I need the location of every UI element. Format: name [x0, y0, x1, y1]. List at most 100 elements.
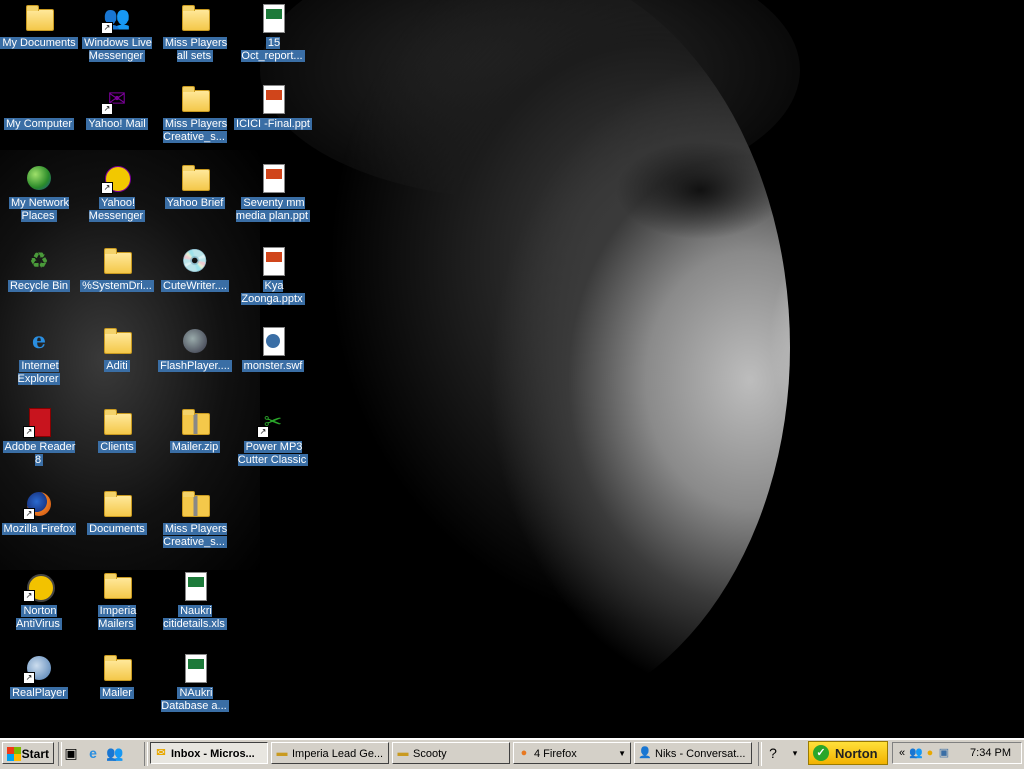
icon-label: CuteWriter....	[161, 280, 229, 292]
folder-icon	[182, 86, 210, 112]
icon-label: %SystemDri...	[80, 280, 154, 292]
taskbar-button-label: Scooty	[413, 748, 447, 760]
icon-label: Internet Explorer	[17, 360, 61, 385]
messenger-tray-icon[interactable]: 👥	[909, 746, 923, 760]
taskbar-button-label: Niks - Conversat...	[655, 748, 746, 760]
taskbar-button-label: 4 Firefox	[534, 748, 577, 760]
desktop-icon-imperia-mailers[interactable]: Imperia Mailers	[78, 570, 156, 631]
icon-label: Kya Zoonga.pptx	[241, 280, 305, 305]
desktop-icon-miss-players-creative-1[interactable]: Miss Players Creative_s...	[156, 83, 234, 144]
desktop-icon-15-oct-report[interactable]: 15 Oct_report...	[234, 2, 312, 63]
clock[interactable]: 7:34 PM	[970, 743, 1011, 763]
icon-label: Mozilla Firefox	[1, 523, 77, 535]
folder-icon	[104, 655, 132, 681]
desktop-icon-documents[interactable]: Documents	[78, 488, 156, 536]
folder-icon	[104, 248, 132, 274]
shortcut-arrow-icon: ↗	[101, 22, 113, 34]
taskbar-button-label: Imperia Lead Ge...	[292, 748, 384, 760]
desktop-icon-kya-zoonga[interactable]: Kya Zoonga.pptx	[234, 245, 312, 306]
icon-label: Mailer.zip	[169, 441, 221, 453]
chevron-down-icon: ▼	[618, 749, 626, 758]
folder-icon	[104, 409, 132, 435]
desktop-icon-miss-players-all-sets[interactable]: Miss Players all sets	[156, 2, 234, 63]
icon-label: Seventy mm media plan.ppt	[235, 197, 311, 222]
icon-label: Mailer	[100, 687, 134, 699]
computer-icon: 🖥	[25, 86, 53, 111]
icon-label: monster.swf	[241, 360, 305, 372]
desktop-icon-miss-players-creative-2[interactable]: Miss Players Creative_s...	[156, 488, 234, 549]
norton-tray-icon[interactable]: ●	[923, 746, 937, 760]
messenger-quicklaunch-icon[interactable]: 👥	[106, 744, 124, 762]
taskbar-button-niks-conversation[interactable]: 👤 Niks - Conversat...	[634, 742, 752, 764]
start-label: Start	[21, 747, 49, 761]
desktop-icon-recycle-bin[interactable]: ♻ Recycle Bin	[0, 245, 78, 293]
desktop-icon-flashplayer[interactable]: FlashPlayer....	[156, 325, 234, 373]
internet-explorer-quicklaunch-icon[interactable]: e	[84, 744, 102, 762]
start-button[interactable]: Start	[2, 742, 54, 764]
desktop-icon-norton-antivirus[interactable]: ↗ Norton AntiVirus	[0, 570, 78, 631]
desktop-icon-my-computer[interactable]: 🖥 My Computer	[0, 83, 78, 131]
folder-icon	[104, 573, 132, 599]
shortcut-arrow-icon: ↗	[23, 672, 35, 684]
desktop-icon-mailer-zip[interactable]: Mailer.zip	[156, 406, 234, 454]
powerpoint-file-icon	[263, 164, 285, 193]
desktop-icon-realplayer[interactable]: ↗ RealPlayer	[0, 652, 78, 700]
desktop-icon-yahoo-mail[interactable]: ✉ ↗ Yahoo! Mail	[78, 83, 156, 131]
my-documents-icon	[26, 5, 54, 31]
taskbar-button-imperia-lead[interactable]: ▬ Imperia Lead Ge...	[271, 742, 389, 764]
icon-label: FlashPlayer....	[158, 360, 232, 372]
desktop-icon-naukri-citidetails[interactable]: Naukri citidetails.xls	[156, 570, 234, 631]
powerpoint-file-icon	[263, 247, 285, 276]
icon-label: Norton AntiVirus	[16, 605, 62, 630]
taskbar-button-inbox[interactable]: ✉ Inbox - Micros...	[150, 742, 268, 764]
icon-label: Documents	[87, 523, 147, 535]
desktop-icon-power-mp3-cutter[interactable]: ✂ ↗ Power MP3 Cutter Classic	[234, 406, 312, 467]
desktop-icon-yahoo-brief[interactable]: Yahoo Brief	[156, 162, 234, 210]
desktop-icon-monster-swf[interactable]: monster.swf	[234, 325, 312, 373]
icon-label: Windows Live Messenger	[82, 37, 152, 62]
windows-logo-icon	[7, 747, 21, 761]
taskbar-button-scooty[interactable]: ▬ Scooty	[392, 742, 510, 764]
folder-icon: ▬	[397, 747, 409, 759]
messenger-icon: 👤	[638, 747, 652, 759]
desktop-icon-adobe-reader[interactable]: ↗ Adobe Reader 8	[0, 406, 78, 467]
folder-icon	[182, 5, 210, 31]
icon-label: 15 Oct_report...	[241, 37, 305, 62]
folder-icon: ▬	[276, 747, 288, 759]
icon-label: ICICI -Final.ppt	[234, 118, 312, 130]
icon-label: Aditi	[104, 360, 130, 372]
taskbar-button-firefox-group[interactable]: ● 4 Firefox ▼	[513, 742, 631, 764]
help-icon[interactable]: ?	[764, 744, 782, 762]
icon-label: Clients	[98, 441, 136, 453]
desktop-icon-my-network-places[interactable]: My Network Places	[0, 162, 78, 223]
show-desktop-icon[interactable]: ▣	[62, 744, 80, 762]
swf-file-icon	[263, 327, 285, 356]
norton-toolbar-button[interactable]: ✓ Norton	[808, 741, 888, 765]
icon-label: RealPlayer	[10, 687, 68, 699]
desktop-icon-mailer[interactable]: Mailer	[78, 652, 156, 700]
desktop-icon-yahoo-messenger[interactable]: ↗ Yahoo! Messenger	[78, 162, 156, 223]
icon-label: Naukri citidetails.xls	[163, 605, 227, 630]
desktop-icon-clients[interactable]: Clients	[78, 406, 156, 454]
expand-tray-icon[interactable]: «	[895, 746, 909, 760]
wallpaper-portrait	[230, 0, 790, 720]
desktop-icon-windows-live-messenger[interactable]: 👥 ↗ Windows Live Messenger	[78, 2, 156, 63]
toolbar-chevron-icon[interactable]: ▾	[786, 744, 804, 762]
desktop-icon-systemdrive-folder[interactable]: %SystemDri...	[78, 245, 156, 293]
desktop-icon-aditi[interactable]: Aditi	[78, 325, 156, 373]
excel-file-icon	[185, 654, 207, 683]
desktop-icon-my-documents[interactable]: My Documents	[0, 2, 78, 50]
outlook-icon: ✉	[156, 747, 166, 759]
icon-label: My Documents	[0, 37, 78, 49]
desktop-icon-icici-final[interactable]: ICICI -Final.ppt	[234, 83, 312, 131]
desktop-icon-internet-explorer[interactable]: e Internet Explorer	[0, 325, 78, 386]
desktop-icon-seventy-mm[interactable]: Seventy mm media plan.ppt	[234, 162, 312, 223]
icon-label: Power MP3 Cutter Classic	[237, 441, 309, 466]
recycle-bin-icon: ♻	[29, 248, 49, 273]
icon-label: Yahoo! Messenger	[88, 197, 146, 222]
network-tray-icon[interactable]: ▣	[937, 746, 951, 760]
network-globe-icon	[27, 166, 51, 190]
desktop-icon-cutewriter[interactable]: 💿 CuteWriter....	[156, 245, 234, 293]
desktop-icon-mozilla-firefox[interactable]: ↗ Mozilla Firefox	[0, 488, 78, 536]
desktop-icon-naukri-database[interactable]: NAukri Database a...	[156, 652, 234, 713]
